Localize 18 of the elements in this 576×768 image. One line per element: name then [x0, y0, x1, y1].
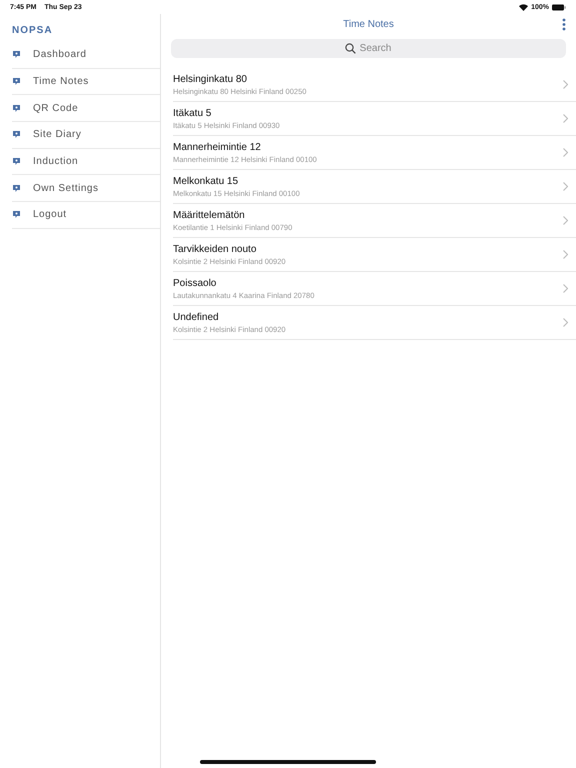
row-title: Tarvikkeiden nouto — [173, 244, 258, 254]
row-title: Mannerheimintie 12 — [173, 142, 262, 152]
menu-item[interactable]: QR Code — [33, 102, 78, 114]
search-field[interactable]: Search — [171, 39, 566, 58]
app-title: NOPSA — [12, 25, 54, 36]
row-title: Määrittelemätön — [173, 210, 246, 220]
menu-item[interactable]: Logout — [33, 209, 67, 220]
menu-item[interactable]: Site Diary — [33, 129, 82, 140]
row-title: Helsinginkatu 80 — [173, 74, 248, 84]
row-title: Melkonkatu 15 — [173, 176, 240, 186]
row-title: Itäkatu 5 — [173, 108, 212, 118]
menu-item[interactable]: Time Notes — [33, 76, 89, 88]
menu-item[interactable]: Dashboard — [33, 49, 86, 60]
row-title: Poissaolo — [173, 278, 218, 288]
row-title: Undefined — [173, 312, 220, 322]
menu-item[interactable]: Induction — [33, 156, 78, 168]
page-title: Time Notes — [343, 19, 394, 30]
menu-item[interactable]: Own Settings — [33, 182, 98, 194]
